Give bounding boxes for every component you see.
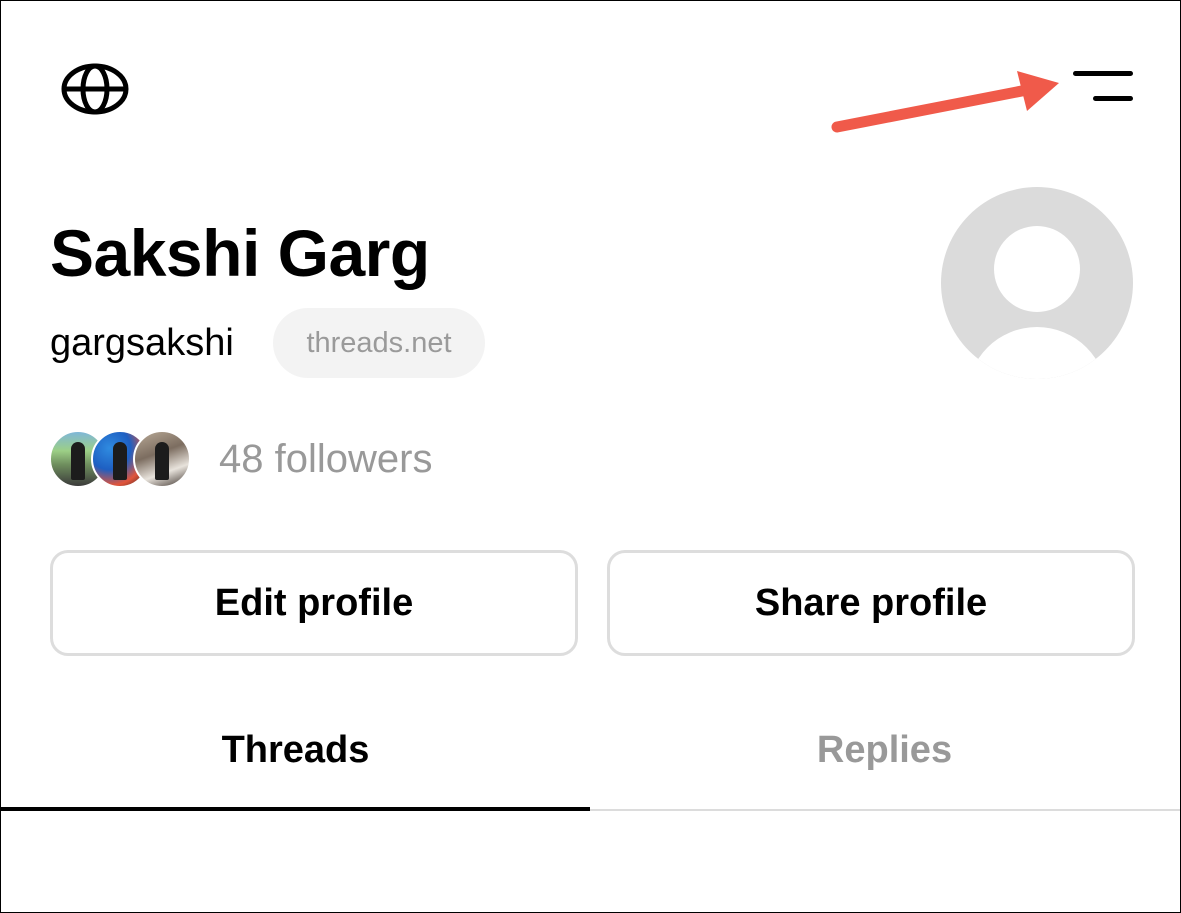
tab-threads[interactable]: Threads	[1, 701, 590, 807]
profile-handle: gargsakshi	[50, 322, 234, 364]
share-profile-button[interactable]: Share profile	[607, 550, 1135, 656]
annotation-arrow	[831, 71, 1059, 133]
followers-count: 48 followers	[219, 437, 433, 481]
profile-screen: Sakshi Garg gargsakshi threads.net 48 fo…	[0, 0, 1181, 913]
menu-bar-bottom	[1093, 96, 1133, 101]
profile-avatar[interactable]	[941, 187, 1133, 379]
profile-name: Sakshi Garg	[50, 216, 430, 290]
follower-avatar	[133, 430, 191, 488]
avatar-silhouette-body	[967, 327, 1107, 379]
active-tab-indicator	[1, 807, 590, 811]
menu-icon[interactable]	[1067, 67, 1137, 107]
tab-divider	[590, 809, 1180, 811]
default-avatar-icon	[994, 226, 1080, 312]
edit-profile-button[interactable]: Edit profile	[50, 550, 578, 656]
tab-replies[interactable]: Replies	[590, 701, 1179, 807]
profile-tabs: Threads Replies	[1, 701, 1180, 811]
threads-domain-badge[interactable]: threads.net	[273, 308, 485, 378]
globe-icon[interactable]	[60, 62, 130, 116]
menu-bar-top	[1073, 71, 1133, 76]
